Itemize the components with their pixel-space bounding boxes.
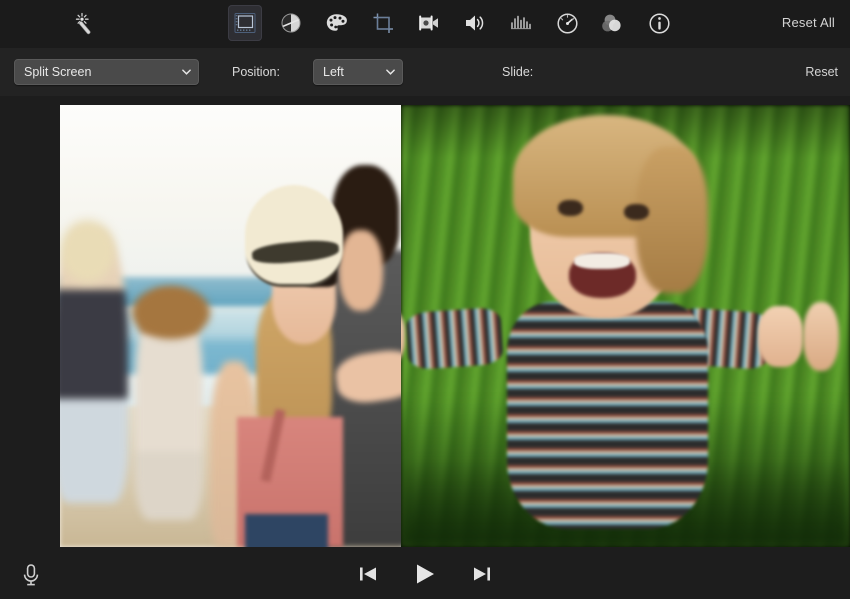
tool-speed[interactable] <box>550 5 584 41</box>
split-screen-preview[interactable] <box>60 105 850 547</box>
transport-controls <box>355 559 495 589</box>
left-clip-pane[interactable] <box>60 105 401 547</box>
inspector-tool-icons <box>228 5 676 41</box>
tool-info[interactable] <box>642 5 676 41</box>
position-select[interactable]: Left <box>313 59 403 85</box>
inspector-toolbar: Reset All <box>0 0 850 48</box>
overlay-controls-row: Split Screen Position: Left Slide: 0.918… <box>0 48 850 96</box>
beach-couple-clip <box>60 105 401 547</box>
skip-back-icon[interactable] <box>355 559 383 589</box>
video-viewer <box>0 96 850 551</box>
tool-noise-reduction[interactable] <box>504 5 538 41</box>
slide-label: Slide: <box>502 65 533 79</box>
tool-volume[interactable] <box>458 5 492 41</box>
tool-video-overlay[interactable] <box>228 5 262 41</box>
overlay-effect-select[interactable]: Split Screen <box>14 59 199 85</box>
tool-color-correction[interactable] <box>320 5 354 41</box>
skip-forward-icon[interactable] <box>467 559 495 589</box>
right-clip-pane[interactable] <box>401 105 850 547</box>
imovie-inspector-window: Reset All Split Screen Position: Left Sl… <box>0 0 850 599</box>
tool-clip-filter[interactable] <box>596 5 630 41</box>
play-icon[interactable] <box>411 559 439 589</box>
overlay-effect-value: Split Screen <box>24 65 91 79</box>
tool-color-balance[interactable] <box>274 5 308 41</box>
reset-button[interactable]: Reset <box>805 65 838 79</box>
chevron-down-icon <box>182 68 191 77</box>
playback-bar <box>0 551 850 599</box>
microphone-icon[interactable] <box>18 561 44 589</box>
position-label: Position: <box>232 65 280 79</box>
tool-crop[interactable] <box>366 5 400 41</box>
chevron-down-icon <box>386 68 395 77</box>
magic-wand-icon[interactable] <box>70 8 104 40</box>
position-value: Left <box>323 65 344 79</box>
tool-stabilization[interactable] <box>412 5 446 41</box>
reset-all-button[interactable]: Reset All <box>782 15 835 30</box>
